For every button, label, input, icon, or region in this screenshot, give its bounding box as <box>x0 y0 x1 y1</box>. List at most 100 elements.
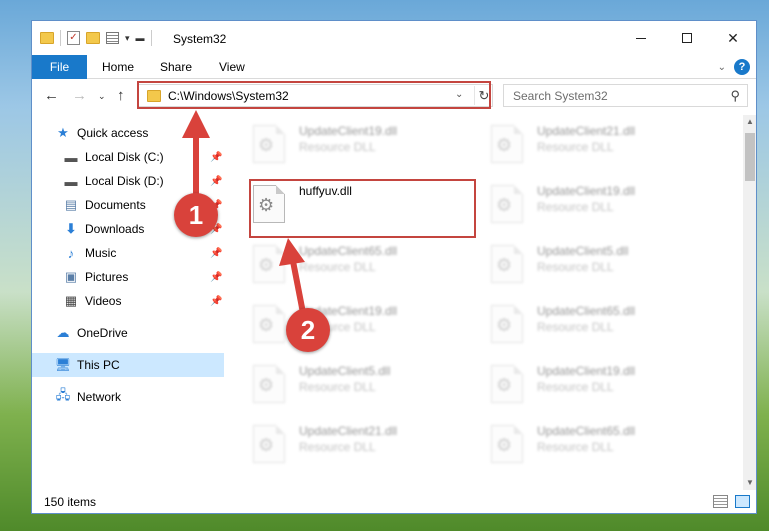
close-icon: ✕ <box>727 29 739 46</box>
file-type: Resource DLL <box>537 140 614 154</box>
sidebar-item-music[interactable]: ♪ Music 📌 <box>32 241 224 265</box>
file-item[interactable]: ⚙ UpdateClient65.dll Resource DLL <box>466 419 691 467</box>
new-folder-icon[interactable] <box>86 32 100 44</box>
sidebar-item-this-pc[interactable]: 🖥 This PC <box>32 353 224 377</box>
sidebar-item-label: Music <box>85 246 117 260</box>
customize-qat-icon[interactable]: ▬ <box>136 33 145 43</box>
vertical-scrollbar[interactable]: ▲ ▼ <box>743 115 756 490</box>
gear-icon: ⚙ <box>496 135 513 155</box>
search-placeholder: Search System32 <box>513 89 608 103</box>
sidebar-item-quick-access[interactable]: ★ Quick access <box>32 121 224 145</box>
file-type: Resource DLL <box>537 320 614 334</box>
file-type: Resource DLL <box>537 260 614 274</box>
pin-icon[interactable]: 📌 <box>210 152 222 163</box>
file-item[interactable]: ⚙ UpdateClient21.dll Resource DLL <box>228 419 453 467</box>
star-icon: ★ <box>57 125 69 140</box>
maximize-button[interactable] <box>664 21 710 55</box>
address-bar-highlight <box>137 81 491 109</box>
file-name: UpdateClient21.dll <box>537 124 636 138</box>
gear-icon: ⚙ <box>258 375 275 395</box>
pin-icon[interactable]: 📌 <box>210 296 222 307</box>
file-item[interactable]: ⚙ UpdateClient5.dll Resource DLL <box>466 239 691 287</box>
computer-icon: 🖥 <box>54 357 72 372</box>
file-type: Resource DLL <box>299 260 376 274</box>
sidebar-item-videos[interactable]: ▦ Videos 📌 <box>32 289 224 313</box>
dll-file-icon: ⚙ <box>253 365 285 403</box>
help-icon[interactable]: ? <box>734 59 750 75</box>
file-name: UpdateClient5.dll <box>299 364 391 378</box>
file-name: UpdateClient65.dll <box>537 424 636 438</box>
pin-icon[interactable]: 📌 <box>210 272 222 283</box>
scroll-down-icon[interactable]: ▼ <box>743 476 756 490</box>
title-bar: ✓ ▾ ▬ System32 ✕ <box>32 21 756 55</box>
back-arrow-icon[interactable]: ← <box>44 87 59 104</box>
divider <box>150 30 152 46</box>
customize-dropdown-icon[interactable]: ▾ <box>125 33 130 44</box>
expand-ribbon-icon[interactable]: ⌄ <box>718 62 726 73</box>
folder-icon[interactable] <box>40 32 54 44</box>
file-name: UpdateClient65.dll <box>299 244 398 258</box>
forward-arrow-icon[interactable]: → <box>72 87 87 104</box>
details-view-icon[interactable] <box>713 495 728 508</box>
sidebar-item-network[interactable]: 🖧 Network <box>32 385 224 409</box>
gear-icon: ⚙ <box>496 435 513 455</box>
dll-file-icon: ⚙ <box>491 425 523 463</box>
window-controls: ✕ <box>618 21 756 55</box>
large-icons-view-icon[interactable] <box>735 495 750 508</box>
dll-file-icon: ⚙ <box>253 425 285 463</box>
tab-share[interactable]: Share <box>160 55 192 79</box>
scrollbar-thumb[interactable] <box>745 133 755 181</box>
file-name: UpdateClient19.dll <box>537 184 636 198</box>
close-button[interactable]: ✕ <box>710 21 756 55</box>
up-arrow-icon[interactable]: ↑ <box>117 87 125 104</box>
sidebar-item-label: Local Disk (D:) <box>85 174 164 188</box>
pin-icon[interactable]: 📌 <box>210 176 222 187</box>
minimize-button[interactable] <box>618 21 664 55</box>
sidebar-item-label: This PC <box>77 358 120 372</box>
ribbon-controls: ⌄ ? <box>718 59 750 75</box>
picture-icon: ▣ <box>64 269 78 284</box>
search-icon: ⚲ <box>730 88 740 103</box>
divider <box>60 30 61 46</box>
file-item[interactable]: ⚙ UpdateClient19.dll Resource DLL <box>466 179 691 227</box>
dll-file-icon: ⚙ <box>491 305 523 343</box>
recent-locations-icon[interactable]: ⌄ <box>98 91 106 102</box>
sidebar-item-local-disk-c[interactable]: ▬ Local Disk (C:) 📌 <box>32 145 224 169</box>
file-item[interactable]: ⚙ UpdateClient21.dll Resource DLL <box>466 119 691 167</box>
sidebar-item-onedrive[interactable]: ☁ OneDrive <box>32 321 224 345</box>
gear-icon: ⚙ <box>258 435 275 455</box>
properties-icon[interactable] <box>106 32 119 44</box>
properties-check-icon[interactable]: ✓ <box>67 31 80 45</box>
file-item[interactable]: ⚙ UpdateClient65.dll Resource DLL <box>466 299 691 347</box>
file-item[interactable]: ⚙ UpdateClient19.dll Resource DLL <box>228 299 453 347</box>
file-item[interactable]: ⚙ UpdateClient19.dll Resource DLL <box>228 119 453 167</box>
file-name: UpdateClient19.dll <box>299 124 398 138</box>
file-type: Resource DLL <box>537 380 614 394</box>
dll-file-icon: ⚙ <box>253 245 285 283</box>
tab-file[interactable]: File <box>32 55 87 79</box>
file-item[interactable]: ⚙ UpdateClient19.dll Resource DLL <box>466 359 691 407</box>
search-input[interactable]: Search System32 ⚲ <box>503 84 748 107</box>
pin-icon[interactable]: 📌 <box>210 248 222 259</box>
music-icon: ♪ <box>67 245 75 261</box>
navigation-pane: ★ Quick access ▬ Local Disk (C:) 📌 ▬ Loc… <box>32 115 228 490</box>
scroll-up-icon[interactable]: ▲ <box>743 115 756 129</box>
file-type: Resource DLL <box>537 200 614 214</box>
sidebar-item-pictures[interactable]: ▣ Pictures 📌 <box>32 265 224 289</box>
gear-icon: ⚙ <box>496 195 513 215</box>
dll-file-icon: ⚙ <box>253 305 285 343</box>
gear-icon: ⚙ <box>258 315 275 335</box>
file-item[interactable]: ⚙ UpdateClient5.dll Resource DLL <box>228 359 453 407</box>
tab-home[interactable]: Home <box>102 55 134 79</box>
video-icon: ▦ <box>64 293 78 308</box>
sidebar-item-label: Pictures <box>85 270 129 284</box>
gear-icon: ⚙ <box>258 255 275 275</box>
file-name: UpdateClient5.dll <box>537 244 629 258</box>
tab-view[interactable]: View <box>219 55 245 79</box>
sidebar-item-label: Videos <box>85 294 122 308</box>
file-item[interactable]: ⚙ UpdateClient65.dll Resource DLL <box>228 239 453 287</box>
network-icon: 🖧 <box>55 387 71 402</box>
dll-file-icon: ⚙ <box>491 365 523 403</box>
maximize-icon <box>682 33 692 43</box>
sidebar-item-local-disk-d[interactable]: ▬ Local Disk (D:) 📌 <box>32 169 224 193</box>
